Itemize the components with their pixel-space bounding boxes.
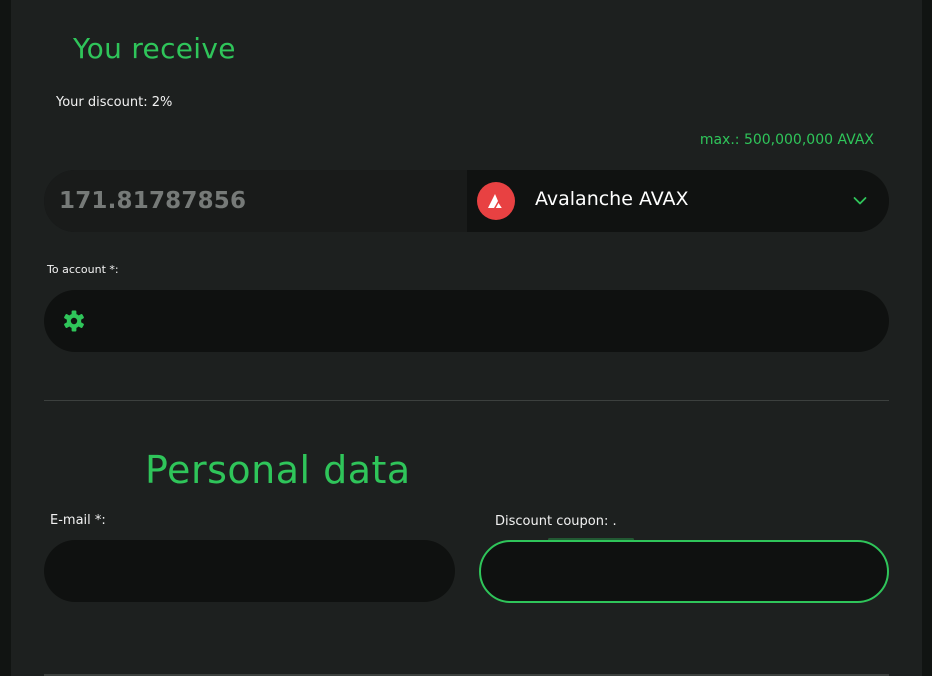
- chevron-down-icon: [853, 193, 867, 211]
- personal-data-heading: Personal data: [145, 448, 411, 492]
- avalanche-logo-icon: [477, 182, 515, 220]
- to-account-input[interactable]: [104, 290, 868, 354]
- currency-select[interactable]: Avalanche AVAX: [467, 170, 889, 232]
- section-divider: [44, 400, 889, 401]
- receive-amount-row: Avalanche AVAX: [44, 170, 889, 232]
- discount-text: Your discount: 2%: [56, 95, 173, 110]
- discount-coupon-field[interactable]: [479, 540, 889, 603]
- currency-label: Avalanche AVAX: [535, 188, 689, 210]
- focus-glow: [548, 538, 634, 541]
- email-label: E-mail *:: [50, 513, 106, 528]
- gear-icon[interactable]: [62, 309, 86, 338]
- email-field[interactable]: [44, 540, 455, 602]
- you-receive-heading: You receive: [73, 32, 236, 65]
- to-account-label: To account *:: [47, 263, 119, 276]
- to-account-field: [44, 290, 889, 354]
- discount-coupon-label: Discount coupon: .: [495, 514, 617, 529]
- receive-amount-input[interactable]: [44, 170, 467, 232]
- max-amount-text: max.: 500,000,000 AVAX: [699, 132, 874, 148]
